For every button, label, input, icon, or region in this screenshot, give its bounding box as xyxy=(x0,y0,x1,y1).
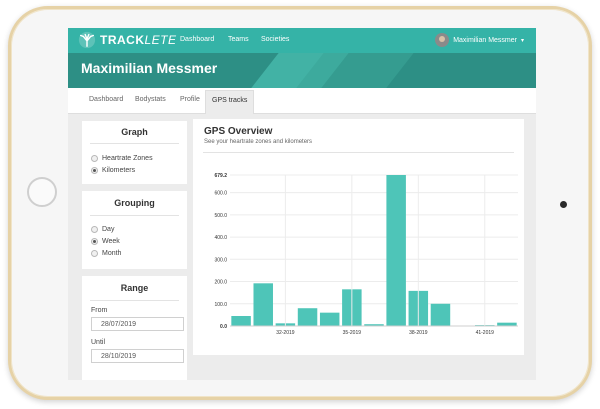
radio-icon xyxy=(91,155,98,162)
y-tick-label: 400.0 xyxy=(214,235,227,241)
radio-week[interactable]: Week xyxy=(91,238,120,245)
radio-checked-icon xyxy=(91,167,98,174)
radio-month[interactable]: Month xyxy=(91,250,121,257)
radio-icon xyxy=(91,250,98,257)
tab-bodystats[interactable]: Bodystats xyxy=(135,96,166,103)
avatar xyxy=(435,33,450,47)
x-tick-label: 38-2019 xyxy=(409,330,428,336)
logo-text-bold: TRACK xyxy=(100,33,145,47)
bar-30-2019 xyxy=(231,315,251,326)
divider xyxy=(90,300,179,301)
y-tick-label: 500.0 xyxy=(214,213,227,219)
y-tick-label: 0.0 xyxy=(220,324,227,330)
bar-34-2019 xyxy=(319,312,340,326)
radio-label: Month xyxy=(102,250,122,257)
chevron-down-icon: ▾ xyxy=(520,37,524,44)
profile-banner: Maximilian Messmer xyxy=(68,53,536,88)
bar-31-2019 xyxy=(253,283,273,326)
tab-gps-tracks[interactable]: GPS tracks xyxy=(205,90,255,114)
tab-profile[interactable]: Profile xyxy=(180,96,200,103)
tree-logo-icon xyxy=(78,31,96,49)
radio-label: Heartrate Zones xyxy=(102,155,153,162)
radio-day[interactable]: Day xyxy=(91,226,114,233)
y-tick-label: 600.0 xyxy=(214,191,227,197)
camera-dot xyxy=(560,201,567,208)
radio-heartrate-zones[interactable]: Heartrate Zones xyxy=(91,155,153,162)
graph-panel: Graph Heartrate Zones Kilometers xyxy=(82,121,187,184)
range-panel: Range From 28/07/2019 Until 28/10/2019 xyxy=(82,276,187,380)
gps-overview-panel: GPS Overview See your heartrate zones an… xyxy=(193,119,524,355)
x-tick-label: 35-2019 xyxy=(343,330,362,336)
radio-label: Day xyxy=(102,226,115,233)
bar-33-2019 xyxy=(297,308,318,326)
logo-text: TRACKLETE xyxy=(100,33,177,47)
bar-37-2019 xyxy=(386,175,406,326)
range-panel-title: Range xyxy=(120,283,149,293)
radio-label: Week xyxy=(102,238,120,245)
radio-kilometers[interactable]: Kilometers xyxy=(91,167,135,174)
grouping-panel: Grouping Day Week Month xyxy=(82,191,187,269)
from-label: From xyxy=(91,307,108,314)
nav-societies[interactable]: Societies xyxy=(261,36,289,43)
top-navbar: TRACKLETE Dashboard Teams Societies Maxi… xyxy=(68,28,536,53)
y-tick-label: 100.0 xyxy=(214,302,227,308)
divider xyxy=(90,215,179,216)
gps-bar-chart: 0.0 100.0 200.0 300.0 400.0 500.0 600.0 679.2 32… xyxy=(214,173,518,336)
graph-panel-title: Graph xyxy=(121,127,148,137)
page-title: Maximilian Messmer xyxy=(81,60,218,76)
tab-dashboard[interactable]: Dashboard xyxy=(89,96,123,103)
x-tick-label: 41-2019 xyxy=(476,330,495,336)
user-name: Maximilian Messmer xyxy=(453,36,517,44)
y-tick-label: 300.0 xyxy=(214,257,227,263)
nav-dashboard[interactable]: Dashboard xyxy=(180,36,214,43)
home-button[interactable] xyxy=(27,177,57,207)
user-menu[interactable]: Maximilian Messmer ▾ xyxy=(435,33,524,47)
app-screen: TRACKLETE Dashboard Teams Societies Maxi… xyxy=(68,28,536,380)
logo-text-thin: LETE xyxy=(144,33,177,47)
from-date-input[interactable]: 28/07/2019 xyxy=(91,317,184,331)
divider xyxy=(90,143,179,144)
y-tick-label: 200.0 xyxy=(214,280,227,286)
radio-label: Kilometers xyxy=(102,167,136,174)
radio-checked-icon xyxy=(91,238,98,245)
logo[interactable]: TRACKLETE xyxy=(78,31,177,49)
x-tick-label: 32-2019 xyxy=(276,330,295,336)
radio-icon xyxy=(91,226,98,233)
y-tick-label: 679.2 xyxy=(214,173,227,179)
until-date-input[interactable]: 28/10/2019 xyxy=(91,349,184,363)
profile-tabs: Dashboard Bodystats Profile GPS tracks xyxy=(68,88,536,114)
bar-39-2019 xyxy=(430,303,451,326)
nav-teams[interactable]: Teams xyxy=(228,36,249,43)
grouping-panel-title: Grouping xyxy=(114,198,155,208)
until-label: Until xyxy=(91,339,106,346)
bar-42-2019 xyxy=(497,322,517,326)
